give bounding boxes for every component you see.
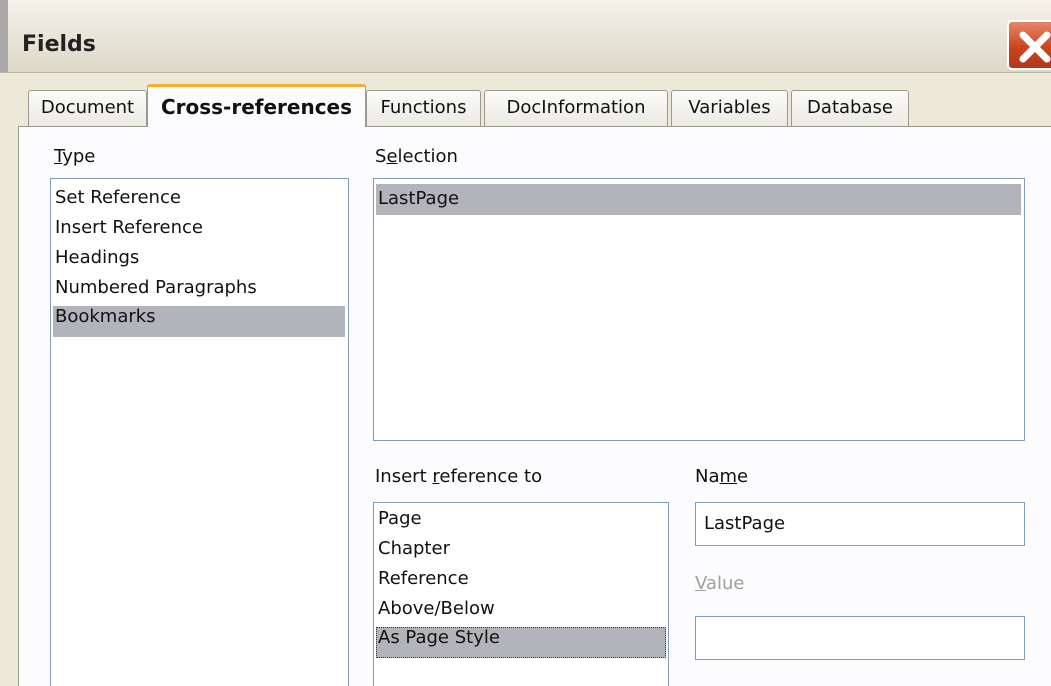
selection-listbox[interactable]: LastPage xyxy=(373,178,1025,441)
value-label: Value xyxy=(695,573,745,594)
type-item-numbered-paragraphs[interactable]: Numbered Paragraphs xyxy=(53,277,346,307)
insert-ref-item-chapter[interactable]: Chapter xyxy=(376,538,666,568)
tab-strip: Document Cross-references Functions DocI… xyxy=(0,82,1051,127)
close-button[interactable] xyxy=(1007,20,1051,70)
insert-reference-to-listbox[interactable]: Page Chapter Reference Above/Below As Pa… xyxy=(373,502,669,686)
name-label: Name xyxy=(695,466,749,487)
insert-ref-item-as-page-style[interactable]: As Page Style xyxy=(376,627,666,658)
tab-database[interactable]: Database xyxy=(791,90,909,126)
type-label: Type xyxy=(54,146,96,167)
type-item-headings[interactable]: Headings xyxy=(53,247,346,277)
tab-cross-references[interactable]: Cross-references xyxy=(147,84,366,127)
dialog-title: Fields xyxy=(22,32,96,57)
type-listbox[interactable]: Set Reference Insert Reference Headings … xyxy=(50,178,349,686)
name-field[interactable]: LastPage xyxy=(695,502,1025,546)
tab-document[interactable]: Document xyxy=(28,90,147,126)
fields-dialog: Fields Document Cross-references Functio… xyxy=(0,0,1051,686)
insert-reference-to-label: Insert reference to xyxy=(375,466,543,487)
selection-label: Selection xyxy=(375,146,458,167)
value-field[interactable] xyxy=(695,616,1025,660)
type-item-set-reference[interactable]: Set Reference xyxy=(53,187,346,217)
selection-item-lastpage[interactable]: LastPage xyxy=(376,184,1021,215)
tab-docinformation[interactable]: DocInformation xyxy=(484,90,668,126)
insert-ref-item-page[interactable]: Page xyxy=(376,508,666,538)
title-bar[interactable]: Fields xyxy=(0,0,1051,73)
type-item-insert-reference[interactable]: Insert Reference xyxy=(53,217,346,247)
insert-ref-item-above-below[interactable]: Above/Below xyxy=(376,598,666,628)
title-bar-edge xyxy=(0,0,8,72)
type-item-bookmarks[interactable]: Bookmarks xyxy=(53,306,345,337)
tab-functions[interactable]: Functions xyxy=(366,90,481,126)
insert-ref-item-reference[interactable]: Reference xyxy=(376,568,666,598)
tab-variables[interactable]: Variables xyxy=(671,90,788,126)
